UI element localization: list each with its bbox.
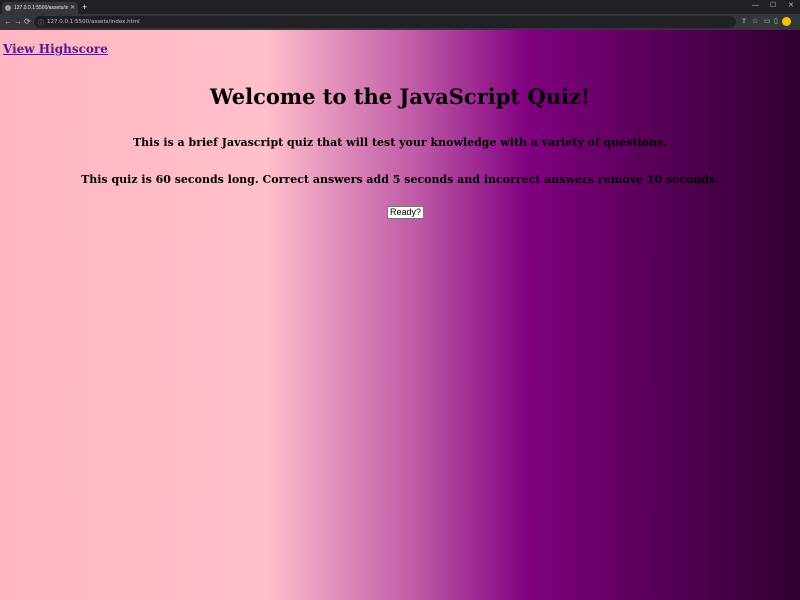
reload-button[interactable]: ⟳ [24, 17, 31, 27]
tab-search-icon[interactable]: ▭ [764, 17, 771, 27]
globe-icon [5, 5, 11, 11]
address-url: 127.0.0.1:5500/assets/index.html [47, 19, 140, 25]
ready-button[interactable]: Ready? [387, 206, 425, 219]
new-tab-button[interactable]: + [82, 2, 87, 12]
intro-text: This is a brief Javascript quiz that wil… [132, 136, 668, 149]
minimize-window-button[interactable]: — [752, 1, 759, 11]
view-highscore-link[interactable]: View Highscore [3, 42, 108, 56]
bookmark-star-icon[interactable]: ☆ [752, 17, 758, 27]
tab-title: 127.0.0.1:5500/assets/index.html [14, 5, 68, 11]
share-icon[interactable]: ⇪ [741, 17, 747, 27]
address-bar[interactable]: ⓘ 127.0.0.1:5500/assets/index.html [34, 16, 736, 28]
page-title: Welcome to the JavaScript Quiz! [209, 84, 591, 109]
maximize-window-button[interactable]: ☐ [770, 1, 776, 11]
site-info-icon[interactable]: ⓘ [38, 18, 44, 27]
sidebar-icon[interactable]: ▯ [774, 17, 778, 27]
forward-button[interactable]: → [14, 17, 22, 27]
browser-toolbar: ← → ⟳ ⓘ 127.0.0.1:5500/assets/index.html… [0, 14, 800, 30]
back-button[interactable]: ← [4, 17, 12, 27]
close-tab-icon[interactable]: ✕ [70, 5, 75, 11]
close-window-button[interactable]: ✕ [788, 1, 794, 11]
browser-tab-bar: 127.0.0.1:5500/assets/index.html ✕ + — ☐… [0, 0, 800, 14]
browser-tab[interactable]: 127.0.0.1:5500/assets/index.html ✕ [2, 2, 78, 14]
profile-avatar[interactable] [782, 17, 791, 26]
rules-text: This quiz is 60 seconds long. Correct an… [81, 173, 719, 186]
quiz-page: View Highscore Welcome to the JavaScript… [0, 30, 800, 600]
